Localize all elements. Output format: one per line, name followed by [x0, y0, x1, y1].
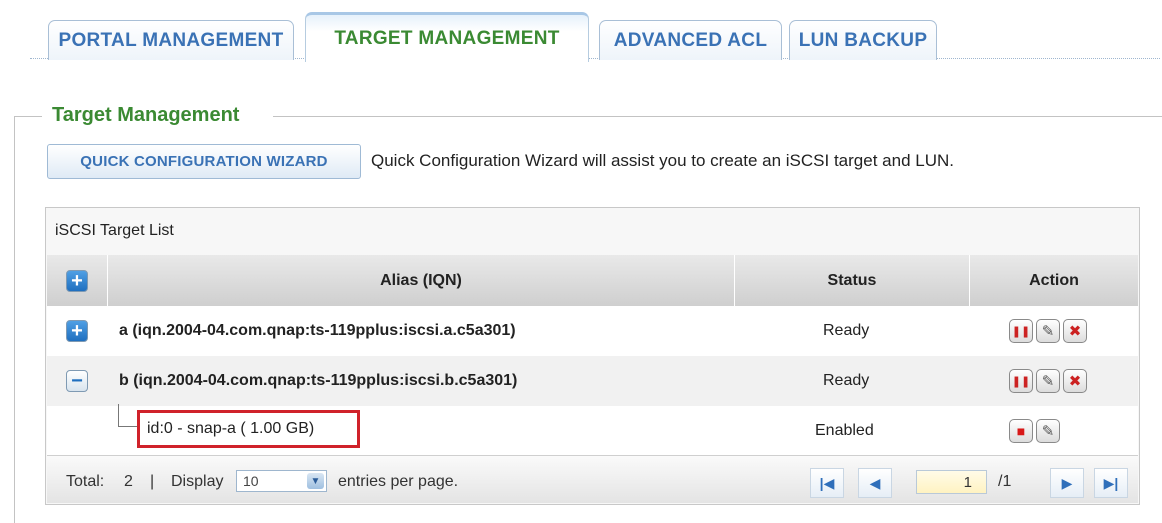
panel-title: iSCSI Target List — [55, 222, 174, 239]
first-page-icon: |◀ — [819, 474, 835, 491]
next-page-button[interactable]: ▶ — [1050, 468, 1084, 498]
tab-lun-backup[interactable]: LUN BACKUP — [789, 20, 937, 60]
total-count: 2 — [124, 473, 133, 490]
first-page-button[interactable]: |◀ — [810, 468, 844, 498]
total-label: Total: — [66, 473, 105, 490]
pause-icon[interactable]: ❚❚ — [1009, 319, 1033, 343]
prev-page-icon: ◀ — [869, 474, 881, 491]
lun-status: Enabled — [815, 421, 874, 439]
header-status[interactable]: Status — [735, 255, 970, 306]
edit-icon[interactable]: ✎ — [1036, 419, 1060, 443]
header-expand-cell: + — [47, 255, 108, 306]
header-alias[interactable]: Alias (IQN) — [108, 255, 735, 306]
fieldset-border — [273, 116, 1162, 117]
chevron-down-icon[interactable]: ▼ — [307, 473, 324, 489]
page-total: /1 — [998, 473, 1012, 490]
footer-separator: | — [150, 473, 155, 490]
target-alias: b (iqn.2004-04.com.qnap:ts-119pplus:iscs… — [119, 372, 518, 389]
stop-icon[interactable]: ■ — [1009, 419, 1033, 443]
header-action: Action — [970, 255, 1138, 306]
next-page-icon: ▶ — [1061, 474, 1073, 491]
pause-icon[interactable]: ❚❚ — [1009, 369, 1033, 393]
wizard-description: Quick Configuration Wizard will assist y… — [371, 151, 954, 170]
delete-icon[interactable]: ✖ — [1063, 319, 1087, 343]
edit-icon[interactable]: ✎ — [1036, 319, 1060, 343]
tab-advanced-acl[interactable]: ADVANCED ACL — [599, 20, 782, 60]
tree-connector — [118, 404, 119, 426]
target-status: Ready — [823, 322, 870, 339]
display-label: Display — [171, 473, 224, 490]
target-status: Ready — [823, 372, 870, 389]
fieldset-border — [14, 116, 42, 117]
entries-per-page-select[interactable]: 10 ▼ — [236, 470, 327, 492]
prev-page-button[interactable]: ◀ — [858, 468, 892, 498]
page-number-input[interactable]: 1 — [916, 470, 987, 494]
entries-per-page-value: 10 — [243, 473, 259, 489]
last-page-icon: ▶| — [1103, 474, 1119, 491]
add-target-icon[interactable]: + — [66, 269, 88, 292]
edit-icon[interactable]: ✎ — [1036, 369, 1060, 393]
delete-icon[interactable]: ✖ — [1063, 369, 1087, 393]
expand-row-icon[interactable]: + — [66, 320, 88, 342]
lun-alias: id:0 - snap-a ( 1.00 GB) — [147, 420, 315, 437]
target-alias: a (iqn.2004-04.com.qnap:ts-119pplus:iscs… — [119, 322, 516, 339]
last-page-button[interactable]: ▶| — [1094, 468, 1128, 498]
tab-portal-management[interactable]: PORTAL MANAGEMENT — [48, 20, 294, 60]
quick-configuration-wizard-button[interactable]: QUICK CONFIGURATION WIZARD — [47, 144, 361, 179]
section-legend: Target Management — [52, 104, 240, 126]
fieldset-border — [14, 116, 15, 523]
entries-label: entries per page. — [338, 473, 459, 490]
collapse-row-icon[interactable]: − — [66, 370, 88, 392]
tab-target-management[interactable]: TARGET MANAGEMENT — [305, 12, 589, 62]
tree-connector — [118, 426, 137, 427]
